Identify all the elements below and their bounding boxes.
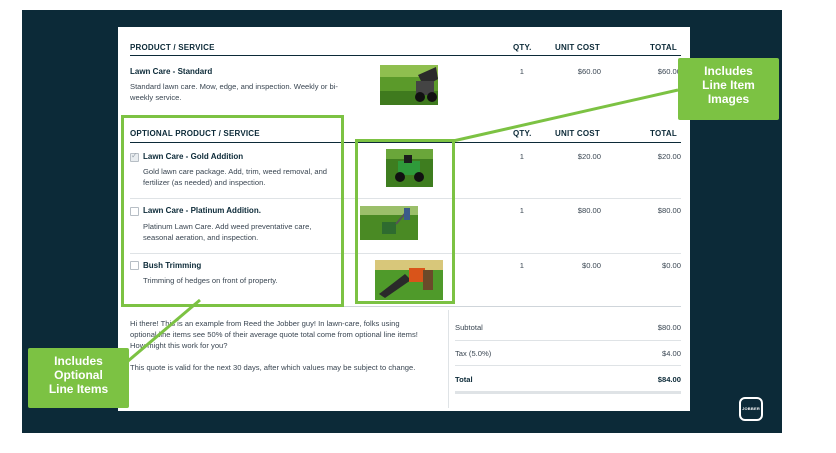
jobber-logo-icon: JOBBER (739, 397, 763, 421)
line-item-images-callout: Includes Line Item Images (678, 58, 779, 120)
optional-line-items-callout: Includes Optional Line Items (28, 348, 129, 408)
callout-line: Images (707, 92, 750, 106)
callout-line: Includes (54, 354, 103, 368)
callout-line: Optional (54, 368, 103, 382)
callout-line: Line Item (702, 78, 755, 92)
callout-line: Includes (704, 64, 753, 78)
images-connector-line (452, 88, 679, 143)
logo-text: JOBBER (742, 406, 760, 411)
callout-line: Line Items (48, 382, 109, 396)
